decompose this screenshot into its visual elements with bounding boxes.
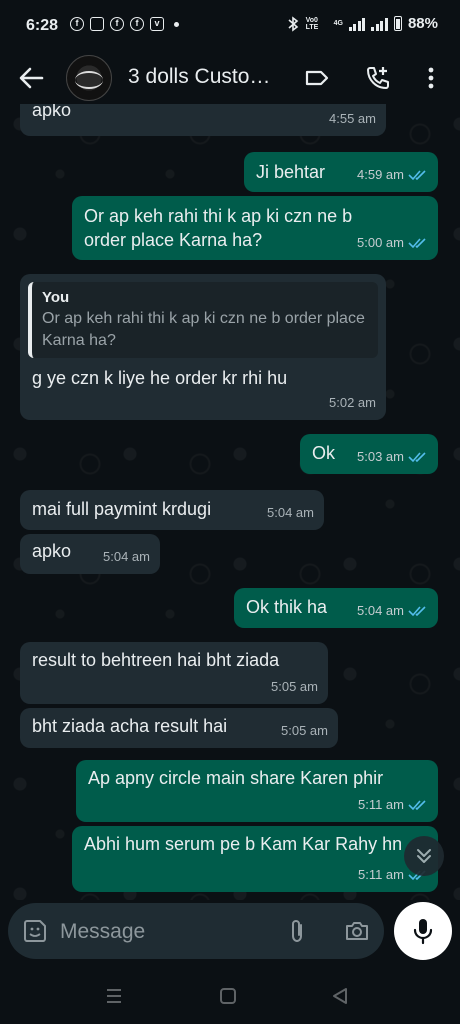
facebook-notification-icon: f <box>130 17 144 31</box>
message-meta: 5:00 am <box>357 231 428 255</box>
quoted-text: Or ap keh rahi thi k ap ki czn ne b orde… <box>42 310 365 349</box>
read-ticks-icon <box>408 800 426 811</box>
read-ticks-icon <box>408 238 426 249</box>
signal-icon <box>371 17 388 31</box>
chat-area[interactable]: apko 4:55 am Ji behtar 4:59 am Or ap keh… <box>0 104 460 900</box>
message-incoming[interactable]: bht ziada acha result hai 5:05 am <box>20 708 338 748</box>
message-text: Ap apny circle main share Karen phir <box>88 768 384 788</box>
message-text: Abhi hum serum pe b Kam Kar Rahy hn <box>84 834 403 854</box>
read-ticks-icon <box>408 606 426 617</box>
message-incoming[interactable]: result to behtreen hai bht ziada 5:05 am <box>20 642 328 704</box>
avatar[interactable] <box>66 55 112 101</box>
read-ticks-icon <box>408 170 426 181</box>
network-label: Vo0 LTE <box>305 16 319 31</box>
message-time: 5:11 am <box>357 797 404 812</box>
message-text: apko <box>32 104 72 120</box>
microphone-icon <box>413 919 433 945</box>
status-time: 6:28 <box>26 17 59 34</box>
home-icon[interactable] <box>218 986 238 1006</box>
status-right: Vo0 LTE 4G 88% <box>286 15 438 32</box>
message-meta: 5:05 am <box>281 719 328 743</box>
bluetooth-icon <box>288 15 298 32</box>
camera-icon[interactable] <box>344 918 370 944</box>
message-time: 5:04 am <box>103 549 150 564</box>
sticker-icon[interactable] <box>22 918 48 944</box>
contact-card-notification-icon <box>90 17 104 31</box>
more-notifications-dot-icon <box>174 21 179 27</box>
recents-icon[interactable] <box>104 986 124 1006</box>
message-incoming[interactable]: mai full paymint krdugi 5:04 am <box>20 490 324 530</box>
message-outgoing[interactable]: Or ap keh rahi thi k ap ki czn ne b orde… <box>72 196 438 260</box>
message-meta: 5:04 am <box>103 545 150 569</box>
message-meta: 5:11 am <box>358 793 428 817</box>
label-icon[interactable] <box>304 65 330 91</box>
message-meta: 5:04 am <box>357 599 428 623</box>
chat-header: 3 dolls Custo… <box>0 52 460 104</box>
battery-icon <box>393 16 402 31</box>
notification-icons: f f f v <box>70 17 179 31</box>
message-meta: 5:04 am <box>267 501 314 525</box>
message-meta: 4:55 am <box>329 107 376 131</box>
messenger-notification-icon: v <box>150 17 164 31</box>
status-bar: 6:28 f f f v Vo0 LTE 4G 88% <box>0 0 460 52</box>
message-outgoing[interactable]: Ok 5:03 am <box>300 434 438 474</box>
message-time: 5:11 am <box>357 867 404 882</box>
message-text: g ye czn k liye he order kr rhi hu <box>32 368 288 388</box>
signal-icon <box>348 17 366 31</box>
network-type-label: 4G <box>333 20 343 27</box>
system-nav-bar <box>0 968 460 1024</box>
message-time: 5:00 am <box>357 235 404 250</box>
avatar-logo <box>75 71 103 89</box>
facebook-notification-icon: f <box>110 17 124 31</box>
double-chevron-down-icon <box>417 849 431 863</box>
message-outgoing[interactable]: Ap apny circle main share Karen phir 5:1… <box>76 760 438 822</box>
battery-percentage: 88% <box>407 15 438 32</box>
message-time: 4:55 am <box>329 111 376 126</box>
message-time: 5:04 am <box>267 505 314 520</box>
message-meta: 4:59 am <box>357 163 428 187</box>
message-time: 5:05 am <box>271 679 318 694</box>
message-time: 5:03 am <box>357 449 404 464</box>
message-incoming[interactable]: apko 5:04 am <box>20 534 160 574</box>
voice-record-button[interactable] <box>394 902 452 960</box>
message-time: 4:59 am <box>357 167 404 182</box>
message-time: 5:04 am <box>357 603 404 618</box>
message-outgoing[interactable]: Ji behtar 4:59 am <box>244 152 438 192</box>
message-input[interactable] <box>58 913 272 951</box>
message-meta: 5:05 am <box>271 675 318 699</box>
back-icon[interactable] <box>330 986 350 1006</box>
read-ticks-icon <box>408 452 426 463</box>
back-arrow-icon[interactable] <box>18 66 44 90</box>
message-incoming-reply[interactable]: You Or ap keh rahi thi k ap ki czn ne b … <box>20 274 386 420</box>
message-outgoing[interactable]: Ok thik ha 5:04 am <box>234 588 438 628</box>
more-vert-icon[interactable] <box>418 65 444 91</box>
message-time: 5:05 am <box>281 723 328 738</box>
add-call-icon[interactable] <box>364 65 390 91</box>
message-text: result to behtreen hai bht ziada <box>32 650 280 670</box>
quoted-author: You <box>42 289 70 306</box>
message-composer <box>8 903 384 959</box>
contact-name[interactable]: 3 dolls Custo… <box>128 65 270 89</box>
attach-icon[interactable] <box>284 918 310 944</box>
facebook-notification-icon: f <box>70 17 84 31</box>
message-incoming[interactable]: apko 4:55 am <box>20 104 386 136</box>
message-outgoing[interactable]: Abhi hum serum pe b Kam Kar Rahy hn 5:11… <box>72 826 438 892</box>
scroll-to-bottom-button[interactable] <box>404 836 444 876</box>
message-meta: 5:03 am <box>357 445 428 469</box>
message-time: 5:02 am <box>329 395 376 410</box>
message-meta: 5:02 am <box>329 391 376 415</box>
message-text: Or ap keh rahi thi k ap ki czn ne b orde… <box>84 206 353 250</box>
quoted-message[interactable]: You Or ap keh rahi thi k ap ki czn ne b … <box>28 282 378 358</box>
